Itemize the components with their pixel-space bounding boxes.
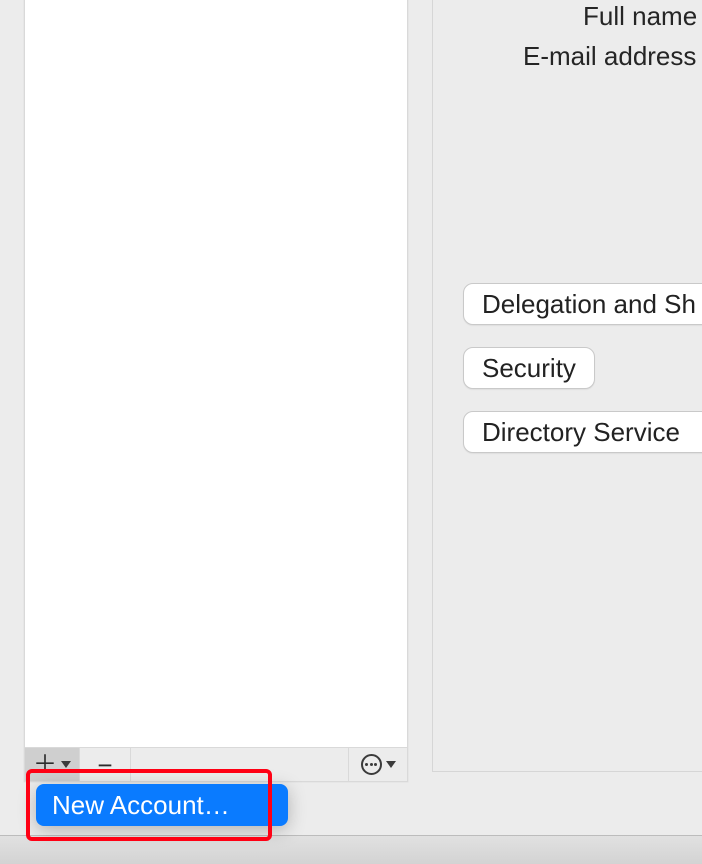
security-label: Security [482, 353, 576, 384]
remove-account-button[interactable]: − [80, 748, 131, 781]
delegation-sharing-label: Delegation and Sh [482, 289, 696, 320]
accounts-list[interactable] [25, 0, 407, 748]
accounts-sidebar: ＋ − [24, 0, 408, 782]
window-frame-bottom [0, 835, 702, 864]
chevron-down-icon [61, 761, 71, 768]
minus-icon: − [97, 752, 112, 778]
directory-service-button[interactable]: Directory Service [463, 411, 702, 453]
actions-button[interactable] [349, 748, 407, 781]
security-button[interactable]: Security [463, 347, 595, 389]
chevron-down-icon [386, 761, 396, 768]
new-account-menu-item[interactable]: New Account… [36, 784, 288, 826]
toolbar-spacer [131, 748, 349, 781]
fullname-label: Full name [583, 1, 697, 32]
account-detail-panel: Full name E-mail address Delegation and … [432, 0, 702, 772]
sidebar-toolbar: ＋ − [25, 748, 407, 781]
new-account-label: New Account… [52, 790, 230, 821]
add-account-button[interactable]: ＋ [25, 748, 80, 781]
delegation-sharing-button[interactable]: Delegation and Sh [463, 283, 702, 325]
plus-icon: ＋ [33, 753, 57, 777]
email-label: E-mail address [523, 41, 696, 72]
ellipsis-circle-icon [361, 754, 382, 775]
directory-service-label: Directory Service [482, 417, 680, 448]
